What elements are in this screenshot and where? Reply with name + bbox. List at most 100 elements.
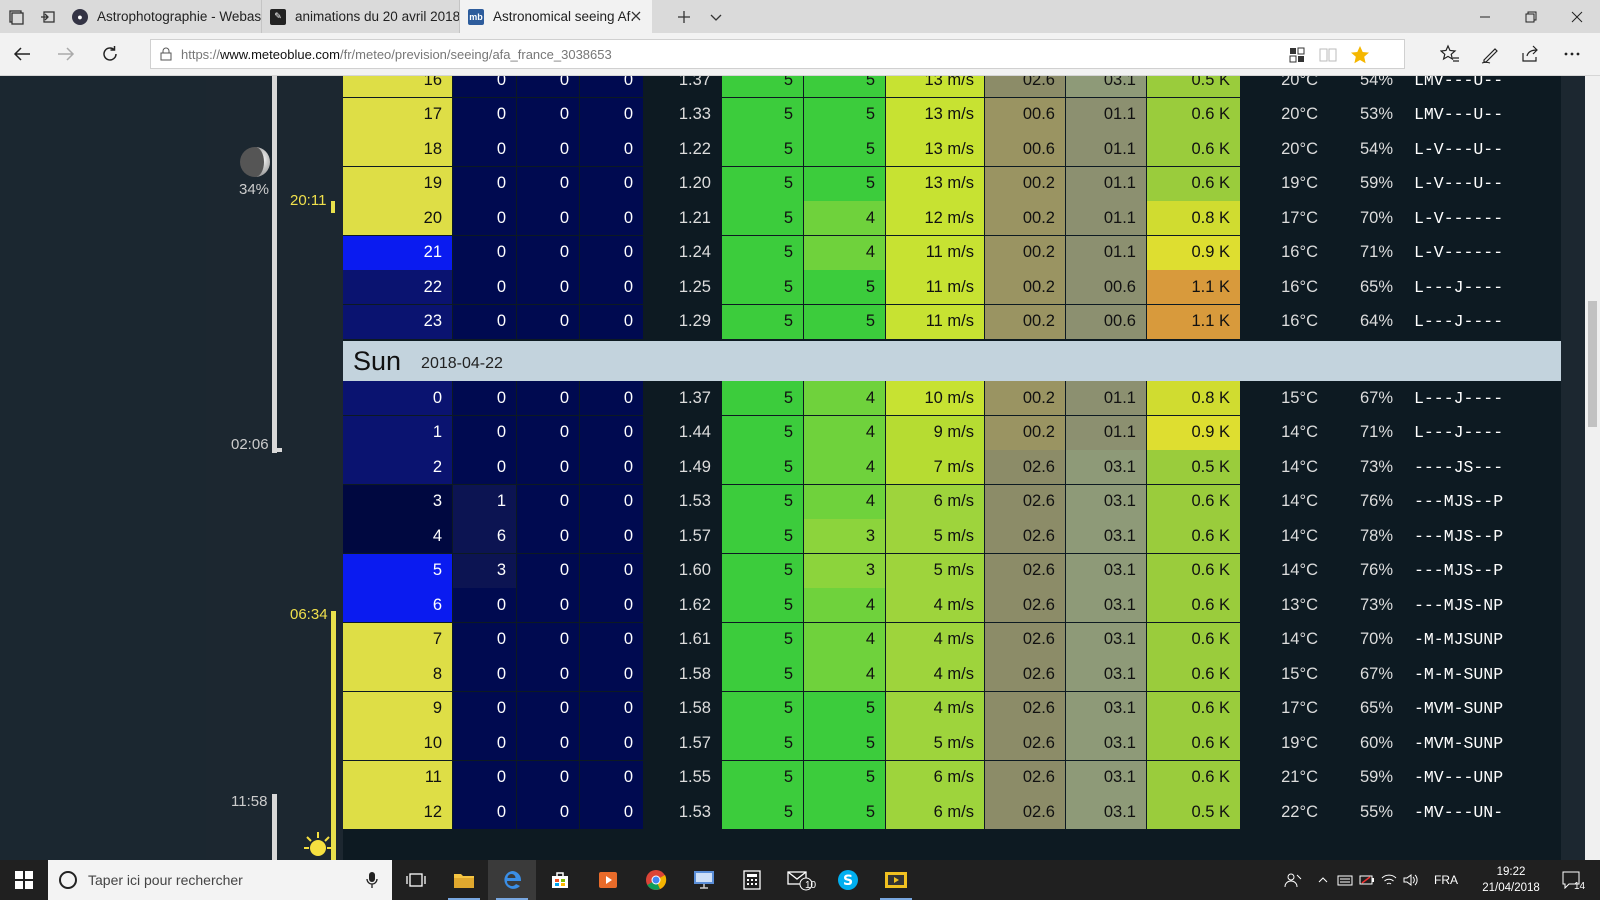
cell-t: 21°C xyxy=(1281,768,1318,786)
moon-bar-end xyxy=(272,448,282,452)
tab-animations[interactable]: ✎ animations du 20 avril 2018 xyxy=(262,0,460,33)
task-view-icon[interactable] xyxy=(392,860,440,900)
table-row: 9 0 0 0 1.58 5 5 4 m/s 02.6 03.1 0.6 K 17°C 65% -MVM-… xyxy=(343,691,1561,727)
new-tab-icon[interactable] xyxy=(668,0,700,33)
favorites-hub-icon[interactable] xyxy=(1434,39,1466,69)
chrome-icon[interactable] xyxy=(632,860,680,900)
cell-idx: 1.25 xyxy=(678,277,711,296)
web-note-pen-icon[interactable] xyxy=(1474,39,1506,69)
cell-c3: 0 xyxy=(580,97,643,132)
cell-c2: 0 xyxy=(517,726,579,760)
microphone-icon[interactable] xyxy=(366,871,378,889)
tab-preview-icon[interactable] xyxy=(0,0,32,33)
back-arrow-icon[interactable] xyxy=(6,39,38,69)
cell-idx: 1.37 xyxy=(678,388,711,407)
cell-jet: 4 m/s xyxy=(886,622,984,657)
cell-s2: 5 xyxy=(804,691,885,726)
cell-jet: 13 m/s xyxy=(886,166,984,201)
cell-flags: -M-MJSUNP xyxy=(1414,630,1504,649)
cell-flags: L-V---U-- xyxy=(1414,174,1504,193)
cell-jet: 4 m/s xyxy=(886,588,984,622)
action-center-icon[interactable]: 14 xyxy=(1552,860,1592,900)
cell-flags: ---MJS-NP xyxy=(1414,595,1504,615)
cell-b1: 00.2 xyxy=(985,270,1065,304)
close-tab-icon[interactable] xyxy=(628,8,644,24)
table-row: 11 0 0 0 1.55 5 5 6 m/s 02.6 03.1 0.6 K 21°C 59% -MV-… xyxy=(343,760,1561,796)
restore-icon[interactable] xyxy=(1508,0,1554,33)
refresh-icon[interactable] xyxy=(94,39,126,69)
cell-c2: 0 xyxy=(517,132,579,166)
video-app-icon[interactable] xyxy=(872,860,920,900)
battery-icon[interactable] xyxy=(1356,860,1378,900)
cell-jet: 11 m/s xyxy=(886,304,984,339)
language-indicator[interactable]: FRA xyxy=(1426,860,1466,900)
skype-icon[interactable]: S xyxy=(824,860,872,900)
media-player-icon[interactable] xyxy=(584,860,632,900)
calculator-icon[interactable] xyxy=(728,860,776,900)
scrollbar-thumb[interactable] xyxy=(1588,301,1597,427)
cell-rh: 53% xyxy=(1359,105,1393,123)
cell-b1: 02.6 xyxy=(985,76,1065,97)
cell-b2: 03.1 xyxy=(1066,450,1146,484)
sun-moon-timeline: 34% 20:11 02:06 06:34 11:58 xyxy=(206,76,343,860)
mail-badge: 10 xyxy=(805,880,817,891)
lock-icon[interactable] xyxy=(151,47,181,61)
store-icon[interactable] xyxy=(536,860,584,900)
vertical-scrollbar[interactable] xyxy=(1585,76,1600,860)
file-explorer-icon[interactable] xyxy=(440,860,488,900)
cell-jet: 13 m/s xyxy=(886,76,984,97)
cell-c3: 0 xyxy=(580,132,643,166)
favorite-star-icon[interactable] xyxy=(1349,44,1371,66)
mail-icon[interactable]: 10 xyxy=(776,860,824,900)
cell-c1: 0 xyxy=(453,381,516,415)
volume-icon[interactable] xyxy=(1400,860,1422,900)
windows-start-icon[interactable] xyxy=(0,860,48,900)
cell-bad: 0.6 K xyxy=(1147,97,1240,132)
table-row: 7 0 0 0 1.61 5 4 4 m/s 02.6 03.1 0.6 K 14°C 70% -M-MJ… xyxy=(343,622,1561,658)
meteoblue-favicon-icon: mb xyxy=(468,8,484,25)
forward-arrow-icon[interactable] xyxy=(50,39,82,69)
cell-s1: 5 xyxy=(722,76,803,97)
cell-s1: 5 xyxy=(722,657,803,691)
cell-t: 16°C xyxy=(1281,277,1318,296)
cell-idx: 1.61 xyxy=(678,630,711,648)
minimize-icon[interactable] xyxy=(1462,0,1508,33)
cell-b1: 02.6 xyxy=(985,484,1065,519)
extension-icon[interactable] xyxy=(1286,44,1308,66)
taskbar-search[interactable]: Taper ici pour rechercher xyxy=(48,860,392,900)
cell-b2: 01.1 xyxy=(1066,166,1146,201)
show-hidden-icons-chevron-icon[interactable] xyxy=(1312,860,1334,900)
cell-s1: 5 xyxy=(722,415,803,450)
moonrise-time: 02:06 xyxy=(231,436,269,453)
day-date: 2018-04-22 xyxy=(421,355,503,372)
tab-astronomical-seeing[interactable]: mb Astronomical seeing Af. xyxy=(460,0,652,33)
cell-s1: 5 xyxy=(722,519,803,553)
remote-desktop-icon[interactable] xyxy=(680,860,728,900)
table-row: 3 1 0 0 1.53 5 4 6 m/s 02.6 03.1 0.6 K 14°C 76% ---MJ… xyxy=(343,484,1561,520)
taskbar-clock[interactable]: 19:22 21/04/2018 xyxy=(1475,864,1547,896)
close-window-icon[interactable] xyxy=(1554,0,1600,33)
cell-c2: 0 xyxy=(517,201,579,235)
cell-c1: 0 xyxy=(453,166,516,201)
table-row: 5 3 0 0 1.60 5 3 5 m/s 02.6 03.1 0.6 K 14°C 76% ---MJ… xyxy=(343,553,1561,589)
tab-list-chevron-icon[interactable] xyxy=(700,0,732,33)
address-bar[interactable]: https://www.meteoblue.com/fr/meteo/previ… xyxy=(150,39,1405,69)
share-icon[interactable] xyxy=(1514,39,1546,69)
cell-t: 20°C xyxy=(1281,105,1318,123)
cell-h: 23 xyxy=(343,304,452,339)
wifi-icon[interactable] xyxy=(1378,860,1400,900)
cell-flags: ---MJS--P xyxy=(1414,526,1504,546)
cell-c1: 0 xyxy=(453,235,516,270)
cell-s2: 4 xyxy=(804,484,885,519)
people-icon[interactable] xyxy=(1278,860,1308,900)
edge-browser-icon[interactable] xyxy=(488,860,536,900)
more-options-icon[interactable] xyxy=(1556,39,1588,69)
tab-astrophotographie[interactable]: ● Astrophotographie - Webas xyxy=(64,0,262,33)
cell-t: 20°C xyxy=(1281,76,1318,89)
set-aside-tabs-icon[interactable] xyxy=(32,0,64,33)
cell-rh: 64% xyxy=(1359,312,1393,330)
cell-b1: 00.2 xyxy=(985,415,1065,450)
reading-view-icon[interactable] xyxy=(1317,44,1339,66)
keyboard-icon[interactable] xyxy=(1334,860,1356,900)
cell-h: 1 xyxy=(343,415,452,450)
